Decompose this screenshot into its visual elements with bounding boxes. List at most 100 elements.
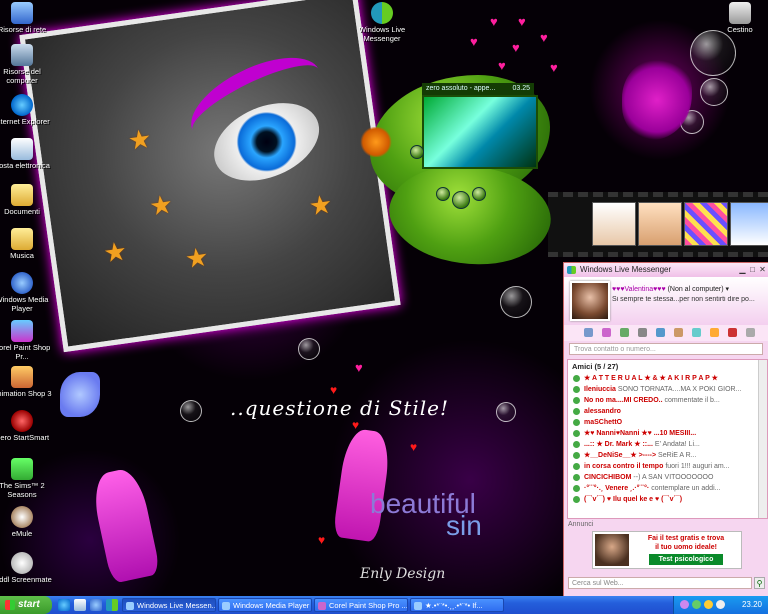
desktop-icon-nero[interactable]: Nero StartSmart xyxy=(0,410,52,442)
task-label: Corel Paint Shop Pro ... xyxy=(329,601,408,610)
contact-row[interactable]: ·°¨¨°·.¸ Venere ¸.·°¨¨°· contemplare un … xyxy=(568,483,767,494)
wallpaper-signature: Enly Design xyxy=(360,566,446,582)
messenger-titlebar[interactable]: Windows Live Messenger ▁ □ ✕ xyxy=(564,263,768,277)
messenger-icon xyxy=(414,602,422,610)
task-label: Windows Media Player xyxy=(233,601,310,610)
contact-row[interactable]: alessandro xyxy=(568,406,767,417)
ad-badge[interactable]: Test psicologico xyxy=(649,554,723,565)
star-decoration: ★ xyxy=(306,188,335,222)
contact-row[interactable]: ★__DeNiSe__★ >----> SeRiE A R... xyxy=(568,450,767,461)
clock[interactable]: 23.20 xyxy=(742,596,762,614)
previous-button[interactable] xyxy=(410,145,424,159)
quicklaunch-messenger-icon[interactable] xyxy=(106,599,118,611)
maximize-icon[interactable]: □ xyxy=(748,265,757,274)
icon-label: Risorse di rete xyxy=(0,25,47,34)
desktop-icon-my-computer[interactable]: Risorse del computer xyxy=(0,44,52,85)
messenger-window[interactable]: Windows Live Messenger ▁ □ ✕ ♥♥♥Valentin… xyxy=(563,262,768,596)
contact-row[interactable]: maSChettO xyxy=(568,417,767,428)
ad-photo xyxy=(595,534,629,566)
status-icon xyxy=(573,496,580,503)
music-icon[interactable] xyxy=(674,328,683,337)
spaces-icon[interactable] xyxy=(602,328,611,337)
icon-label: eMule xyxy=(11,529,33,538)
contact-row[interactable]: CINCICHIBOM --) A SAN VITOOOOOOO xyxy=(568,472,767,483)
ads-label: Annunci xyxy=(568,521,594,528)
media-player-window[interactable]: zero assoluto - appe... 03.25 xyxy=(360,75,565,285)
windows-icon[interactable] xyxy=(728,328,737,337)
news-icon[interactable] xyxy=(620,328,629,337)
icon-label: Windows Live Messenger xyxy=(358,25,406,43)
contact-list[interactable]: Amici (5 / 27) ★ A T T E R U A L ★ & ★ A… xyxy=(567,359,768,519)
taskbar-item-media-player[interactable]: Windows Media Player xyxy=(218,598,312,612)
desktop-icon-network[interactable]: Risorse di rete xyxy=(0,2,52,34)
desktop-icon-media-player[interactable]: Windows Media Player xyxy=(0,272,52,313)
games-icon[interactable] xyxy=(656,328,665,337)
desktop-icon-emule[interactable]: eMule xyxy=(0,506,52,538)
wallpaper-eye-photo: ★ ★ ★ ★ ★ xyxy=(19,0,401,353)
next-button[interactable] xyxy=(472,187,486,201)
contact-row[interactable]: ★♥ Nanni♥Nanni ★♥ ...10 MESIII... xyxy=(568,428,767,439)
star-decoration: ★ xyxy=(183,241,211,275)
contact-message: SONO TORNATA....MA X POKI GIOR... xyxy=(617,386,742,393)
quicklaunch-media-player-icon[interactable] xyxy=(90,599,102,611)
messenger-icon xyxy=(371,2,393,24)
contact-row[interactable]: Ileniuccia SONO TORNATA....MA X POKI GIO… xyxy=(568,384,767,395)
avatar[interactable] xyxy=(570,281,610,321)
ad-line-1: Fai il test gratis e trova xyxy=(647,535,725,542)
contact-row[interactable]: No no ma....MI CREDO.. commentate il b..… xyxy=(568,395,767,406)
desktop-icon-messenger[interactable]: Windows Live Messenger xyxy=(352,2,412,43)
display-name-line[interactable]: ♥♥♥Valentina♥♥♥ (Non al computer) ▾ xyxy=(612,285,729,293)
desktop-icon-email[interactable]: Posta elettronica xyxy=(0,138,52,170)
web-search-input[interactable]: Cerca sul Web... xyxy=(568,577,752,589)
ad-banner[interactable]: Fai il test gratis e trova il tuo uomo i… xyxy=(592,531,742,569)
contact-row[interactable]: ★ A T T E R U A L ★ & ★ A K I R P A P ★ xyxy=(568,373,767,384)
contact-search-input[interactable]: Trova contatto o numero... xyxy=(569,343,763,355)
task-label: ★.•*¨*•.¸¸.•*¨*• If... xyxy=(425,601,483,610)
stop-button[interactable] xyxy=(436,187,450,201)
tray-icon[interactable] xyxy=(680,600,689,609)
contact-name: ★__DeNiSe__★ >----> xyxy=(584,452,657,459)
quicklaunch-ie-icon[interactable] xyxy=(58,599,70,611)
tray-icon[interactable] xyxy=(692,600,701,609)
pictures-icon[interactable] xyxy=(692,328,701,337)
heart-decoration: ♥ xyxy=(540,30,548,45)
desktop-icon-music[interactable]: Musica xyxy=(0,228,52,260)
taskbar-item-chat[interactable]: ★.•*¨*•.¸¸.•*¨*• If... xyxy=(410,598,504,612)
display-name: ♥♥♥Valentina♥♥♥ xyxy=(612,286,666,293)
contact-row[interactable]: ...:: ★ Dr. Mark ★ ::... E' Andata! Li..… xyxy=(568,439,767,450)
mail-icon[interactable] xyxy=(584,328,593,337)
status-icon xyxy=(573,419,580,426)
desktop-icon-recycle-bin[interactable]: Cestino xyxy=(710,2,768,34)
status-icon xyxy=(573,408,580,415)
contact-row[interactable]: (¯`v´¯) ♥ Ilu quel ke e ♥ (¯`v´¯) xyxy=(568,494,767,505)
search-icon: ⚲ xyxy=(756,579,763,588)
bubble-decoration xyxy=(500,286,532,318)
minimize-icon[interactable]: ▁ xyxy=(738,265,747,274)
taskbar-item-paint-shop-pro[interactable]: Corel Paint Shop Pro ... xyxy=(314,598,408,612)
tray-icon[interactable] xyxy=(704,600,713,609)
contact-list-scrollbar[interactable] xyxy=(758,360,767,518)
taskbar-item-messenger[interactable]: Windows Live Messen... xyxy=(122,598,216,612)
desktop-icon-diddl[interactable]: Diddl Screenmate xyxy=(0,552,52,584)
desktop-icon-internet-explorer[interactable]: Internet Explorer xyxy=(0,94,52,126)
play-pause-button[interactable] xyxy=(452,191,470,209)
icon-label: Documenti xyxy=(4,207,40,216)
messenger-toolbar xyxy=(564,325,768,341)
start-button[interactable]: start xyxy=(0,596,52,614)
contact-row[interactable]: in corsa contro il tempo fuori 1!!! augu… xyxy=(568,461,767,472)
desktop-icon-sims[interactable]: The Sims™ 2 Seasons xyxy=(0,458,52,499)
close-icon[interactable]: ✕ xyxy=(758,265,767,274)
personal-message[interactable]: Si sempre te stessa...per non sentirti d… xyxy=(612,296,762,303)
desktop-icon-paint-shop-pro[interactable]: Corel Paint Shop Pr... xyxy=(0,320,52,361)
quicklaunch-email-icon[interactable] xyxy=(74,599,86,611)
contacts-icon[interactable] xyxy=(638,328,647,337)
contact-group-header[interactable]: Amici (5 / 27) xyxy=(568,360,767,373)
media-player-icon xyxy=(222,602,230,610)
tray-icon[interactable] xyxy=(716,600,725,609)
desktop-icon-animation-shop[interactable]: Animation Shop 3 xyxy=(0,366,52,398)
desktop-icon-documents[interactable]: Documenti xyxy=(0,184,52,216)
alerts-icon[interactable] xyxy=(710,328,719,337)
menu-icon[interactable] xyxy=(746,328,755,337)
web-search-button[interactable]: ⚲ xyxy=(754,577,765,589)
start-label: start xyxy=(18,599,40,610)
